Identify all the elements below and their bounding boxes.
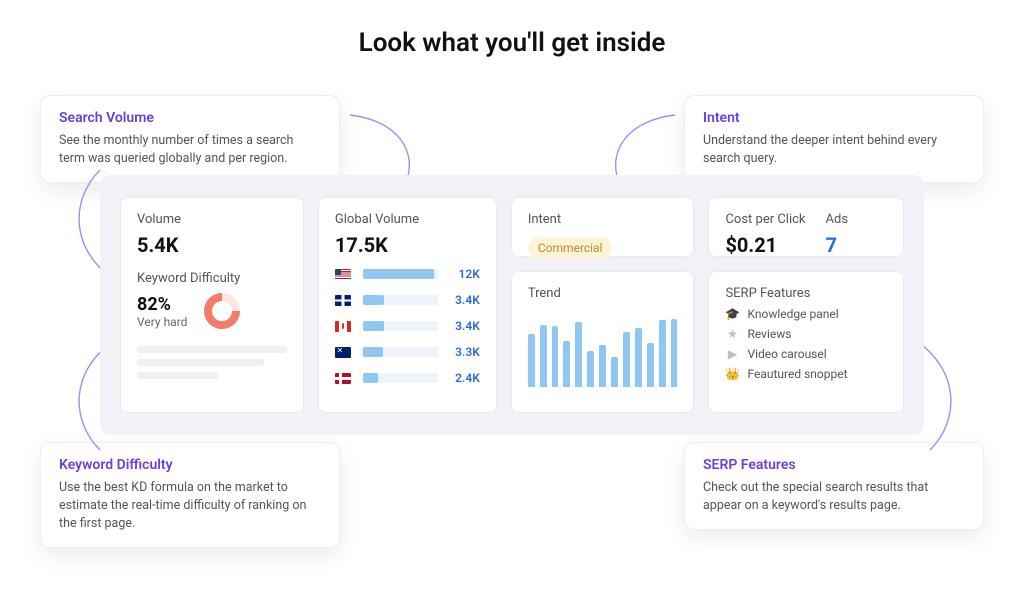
kd-percent: 82% — [137, 294, 187, 315]
trend-bar — [552, 326, 559, 387]
callout-serp-title: SERP Features — [703, 457, 965, 473]
ads-value: 7 — [826, 233, 849, 257]
cpc-card: Cost per Click $0.21 Ads 7 — [708, 197, 904, 257]
callout-serp: SERP Features Check out the special sear… — [684, 442, 984, 530]
volume-bar — [363, 269, 438, 279]
serp-feature-item: ★ Reviews — [725, 327, 887, 341]
callout-kd-title: Keyword Difficulty — [59, 457, 321, 473]
callout-kd-desc: Use the best KD formula on the market to… — [59, 479, 321, 533]
trend-bar — [635, 328, 642, 387]
volume-bar — [363, 321, 438, 331]
callout-intent-desc: Understand the deeper intent behind ever… — [703, 132, 965, 168]
flag-us-icon — [335, 269, 351, 280]
serp-feature-item: 👑 Feautured snoppet — [725, 367, 887, 381]
global-volume-row: 3.4K — [335, 291, 480, 309]
trend-bar — [599, 345, 606, 387]
callout-intent-title: Intent — [703, 110, 965, 126]
volume-label: Volume — [137, 212, 287, 227]
kd-note: Very hard — [137, 315, 187, 329]
trend-card: Trend — [511, 271, 695, 413]
flag-ca-icon — [335, 321, 351, 332]
cpc-value: $0.21 — [725, 233, 805, 257]
callout-serp-desc: Check out the special search results tha… — [703, 479, 965, 515]
global-volume-row: 2.4K — [335, 369, 480, 387]
volume-bar-value: 2.4K — [450, 371, 480, 385]
trend-bar — [671, 319, 678, 387]
serp-feature-icon: 👑 — [725, 367, 739, 381]
volume-bar — [363, 373, 438, 383]
global-value: 17.5K — [335, 233, 480, 257]
cpc-label: Cost per Click — [725, 212, 805, 227]
trend-bar — [611, 357, 618, 387]
serp-feature-label: Feautured snoppet — [747, 367, 847, 381]
volume-bar-value: 3.4K — [450, 293, 480, 307]
trend-bar — [587, 351, 594, 387]
callout-search-volume: Search Volume See the monthly number of … — [40, 95, 340, 183]
serp-feature-icon: 🎓 — [725, 307, 739, 321]
trend-bar — [575, 322, 582, 387]
volume-bar-value: 12K — [450, 267, 480, 281]
volume-bar-value: 3.4K — [450, 319, 480, 333]
serp-feature-icon: ▶ — [725, 347, 739, 361]
trend-label: Trend — [528, 286, 678, 301]
serp-feature-item: 🎓 Knowledge panel — [725, 307, 887, 321]
volume-value: 5.4K — [137, 233, 287, 257]
volume-bar — [363, 347, 438, 357]
ads-label: Ads — [826, 212, 849, 227]
global-volume-row: 12K — [335, 265, 480, 283]
trend-bar — [528, 334, 535, 387]
dashboard-stage: Volume 5.4K Keyword Difficulty 82% Very … — [100, 175, 924, 435]
flag-no-icon — [335, 373, 351, 384]
serp-label: SERP Features — [725, 286, 887, 301]
serp-feature-label: Knowledge panel — [747, 307, 838, 321]
volume-kd-card: Volume 5.4K Keyword Difficulty 82% Very … — [120, 197, 304, 413]
serp-feature-label: Reviews — [747, 327, 791, 341]
callout-intent: Intent Understand the deeper intent behi… — [684, 95, 984, 183]
global-volume-card: Global Volume 17.5K 12K 3.4K 3.4K 3.3K 2.4K — [318, 197, 497, 413]
page-title: Look what you'll get inside — [0, 0, 1024, 58]
callout-kd: Keyword Difficulty Use the best KD formu… — [40, 442, 340, 548]
trend-bar — [563, 341, 570, 387]
trend-bar — [623, 332, 630, 387]
serp-card: SERP Features 🎓 Knowledge panel ★ Reviews ▶ V… — [708, 271, 904, 413]
global-volume-row: 3.3K — [335, 343, 480, 361]
serp-feature-item: ▶ Video carousel — [725, 347, 887, 361]
flag-uk-icon — [335, 295, 351, 306]
global-label: Global Volume — [335, 212, 480, 227]
flag-au-icon — [335, 347, 351, 358]
callout-sv-desc: See the monthly number of times a search… — [59, 132, 321, 168]
serp-feature-icon: ★ — [725, 327, 739, 341]
volume-bar-value: 3.3K — [450, 345, 480, 359]
trend-bar — [540, 325, 547, 387]
volume-bar — [363, 295, 438, 305]
placeholder-lines — [137, 346, 287, 385]
kd-label: Keyword Difficulty — [137, 271, 287, 286]
trend-bar — [659, 320, 666, 387]
intent-card: Intent Commercial — [511, 197, 695, 257]
donut-icon — [201, 290, 243, 332]
callout-sv-title: Search Volume — [59, 110, 321, 126]
global-volume-row: 3.4K — [335, 317, 480, 335]
intent-badge: Commercial — [528, 237, 613, 259]
intent-label: Intent — [528, 212, 678, 227]
trend-bar — [647, 343, 654, 387]
serp-feature-label: Video carousel — [747, 347, 826, 361]
trend-chart — [528, 311, 678, 387]
